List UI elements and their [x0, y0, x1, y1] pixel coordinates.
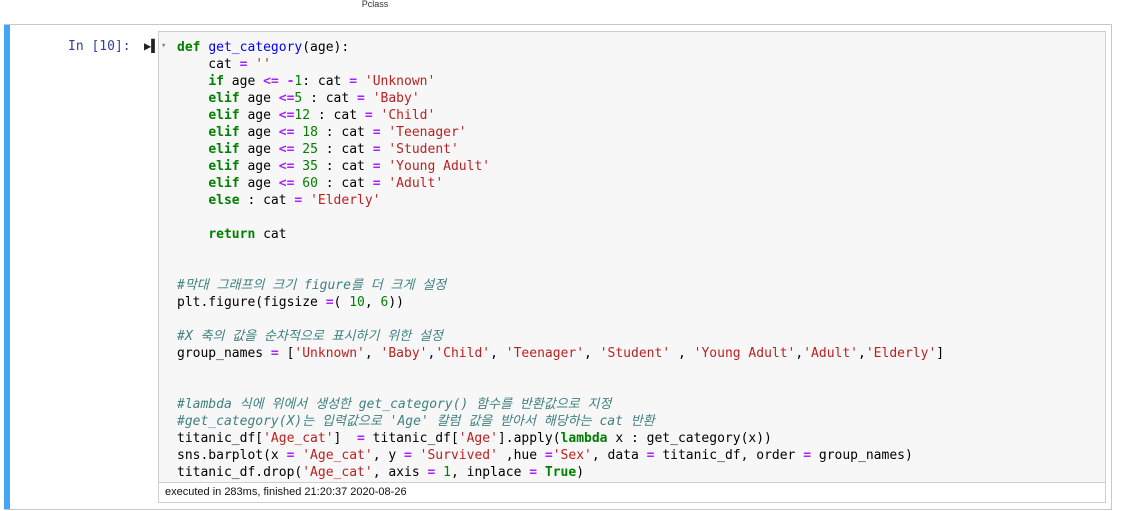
code-editor[interactable]: ▾ def get_category(age): cat = '' if age…	[158, 31, 1106, 483]
code-line: #get_category(X)는 입력값으로 'Age' 칼럼 값을 받아서 …	[177, 414, 655, 429]
collapse-arrow-icon[interactable]: ▾	[161, 41, 166, 51]
code-text[interactable]: def get_category(age): cat = '' if age <…	[177, 39, 944, 481]
code-line: titanic_df['Age_cat'] = titanic_df['Age'…	[177, 431, 772, 446]
code-line: #X 축의 값을 순차적으로 표시하기 위한 설정	[177, 329, 443, 344]
code-line: elif age <= 25 : cat = 'Student'	[208, 142, 459, 157]
run-cell-icon[interactable]: ▶▌	[144, 39, 158, 53]
code-cell[interactable]: In [10]: ▶▌ ▾ def get_category(age): cat…	[4, 24, 1112, 510]
code-line: elif age <= 35 : cat = 'Young Adult'	[208, 159, 491, 174]
code-line: elif age <= 60 : cat = 'Adult'	[208, 176, 444, 191]
cell-prompt: In [10]:	[68, 39, 131, 54]
code-line: return cat	[208, 227, 287, 242]
code-line: elif age <=12 : cat = 'Child'	[208, 108, 436, 123]
code-line: group_names = ['Unknown', 'Baby','Child'…	[177, 346, 945, 361]
code-line: elif age <=5 : cat = 'Baby'	[208, 91, 420, 106]
code-line: plt.figure(figsize =( 10, 6))	[177, 295, 404, 310]
code-line: def get_category(age):	[177, 40, 350, 55]
code-line: elif age <= 18 : cat = 'Teenager'	[208, 125, 467, 140]
execution-time-footer: executed in 283ms, finished 21:20:37 202…	[158, 483, 1106, 503]
code-line: cat = ''	[177, 57, 271, 72]
code-line: if age <= -1: cat = 'Unknown'	[208, 74, 436, 89]
cell-selection-bar	[4, 25, 10, 509]
code-line: sns.barplot(x = 'Age_cat', y = 'Survived…	[177, 448, 913, 463]
code-line: #lambda 식에 위에서 생성한 get_category() 함수를 반환…	[177, 397, 612, 412]
code-line: titanic_df.drop('Age_cat', axis = 1, inp…	[177, 465, 585, 480]
code-line: else : cat = 'Elderly'	[208, 193, 381, 208]
previous-output-label: Pclass	[361, 0, 389, 8]
code-line: #막대 그래프의 크기 figure를 더 크게 설정	[177, 278, 447, 293]
